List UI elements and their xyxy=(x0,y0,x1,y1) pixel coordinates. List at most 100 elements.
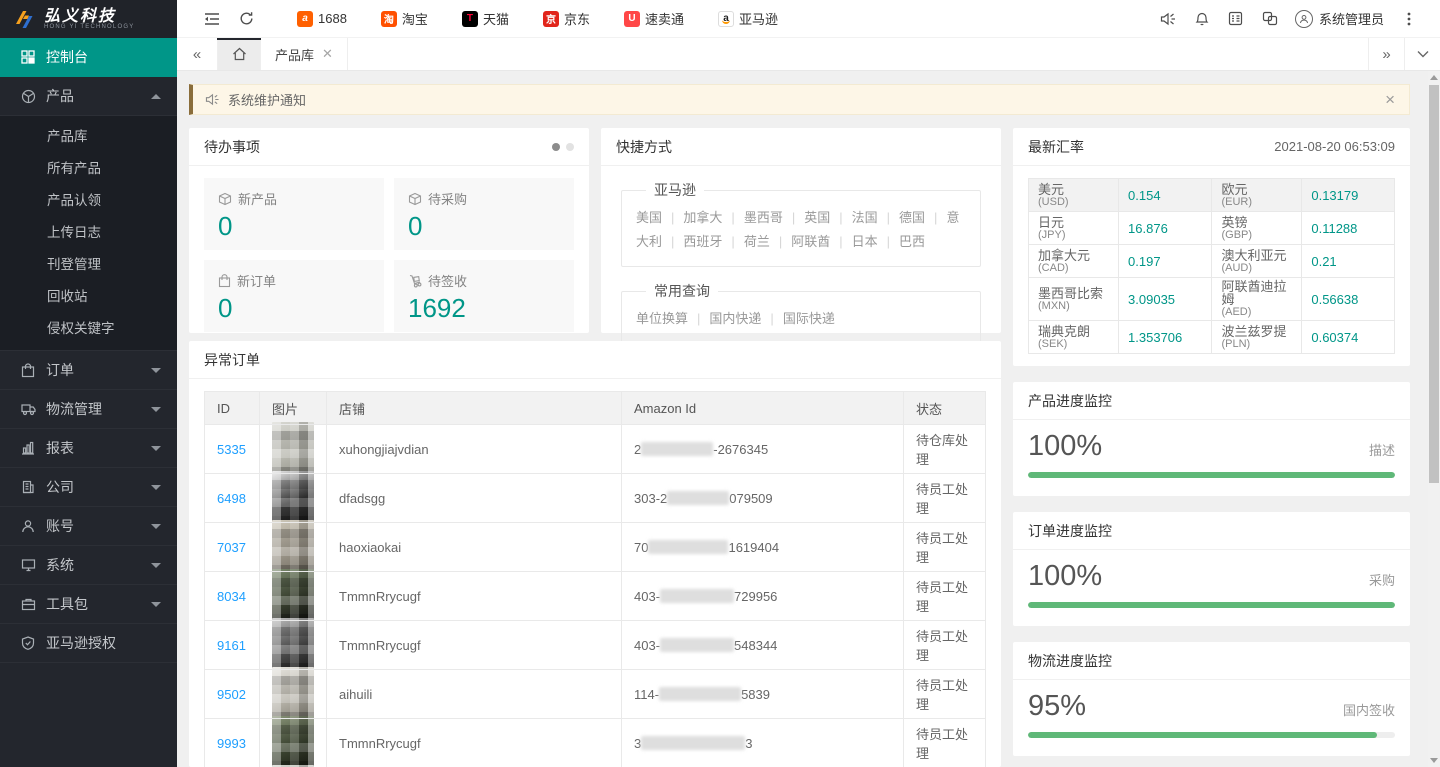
vertical-scrollbar[interactable] xyxy=(1428,71,1440,767)
navbar-link-tmall[interactable]: T 天猫 xyxy=(462,9,509,28)
column-header-shop: 店铺 xyxy=(327,392,622,425)
currency-value: 0.197 xyxy=(1128,254,1161,269)
stat-label: 新产品 xyxy=(238,189,277,208)
refresh-icon[interactable] xyxy=(229,0,263,38)
collapse-icon[interactable] xyxy=(195,0,229,38)
currency-code: (PLN) xyxy=(1221,338,1292,350)
shortcut-link-mx[interactable]: 墨西哥 xyxy=(722,210,782,225)
sidebar-item-amazon-auth[interactable]: 亚马逊授权 xyxy=(0,624,177,663)
currency-code: (AED) xyxy=(1221,306,1292,318)
navbar-link-label: 京东 xyxy=(564,9,590,28)
order-id-link[interactable]: 8034 xyxy=(217,589,246,604)
carousel-dot-active[interactable] xyxy=(552,143,560,151)
sidebar-item-accounts[interactable]: 账号 xyxy=(0,507,177,546)
sidebar-item-orders[interactable]: 订单 xyxy=(0,351,177,390)
order-icon xyxy=(20,362,36,378)
stat-new-orders[interactable]: 新订单 0 xyxy=(204,260,384,332)
more-icon[interactable] xyxy=(1392,0,1426,38)
shortcut-link-fr[interactable]: 法国 xyxy=(830,210,877,225)
tab-product-library[interactable]: 产品库 ✕ xyxy=(261,38,348,70)
order-id-link[interactable]: 7037 xyxy=(217,540,246,555)
sidebar-item-logistics[interactable]: 物流管理 xyxy=(0,390,177,429)
currency-value: 0.154 xyxy=(1128,188,1161,203)
product-image xyxy=(272,618,314,672)
shortcut-link-nl[interactable]: 荷兰 xyxy=(722,234,769,249)
tabs-scroll-left-icon[interactable]: « xyxy=(177,38,217,70)
close-icon[interactable]: × xyxy=(1385,91,1395,108)
chevron-down-icon xyxy=(151,563,161,568)
user-menu[interactable]: 系统管理员 xyxy=(1295,9,1384,28)
tabs-scroll-right-icon[interactable]: » xyxy=(1368,38,1404,70)
shortcut-link-uk[interactable]: 英国 xyxy=(783,210,830,225)
shortcut-link-intl-express[interactable]: 国际快递 xyxy=(761,311,834,326)
sidebar-item-toolbox[interactable]: 工具包 xyxy=(0,585,177,624)
exchange-icon[interactable] xyxy=(1253,0,1287,38)
speaker-icon[interactable] xyxy=(1151,0,1185,38)
shortcut-link-ca[interactable]: 加拿大 xyxy=(662,210,722,225)
shortcut-link-unit-convert[interactable]: 单位换算 xyxy=(636,311,688,326)
scrollbar-up-icon[interactable] xyxy=(1428,71,1440,84)
sidebar-item-label: 订单 xyxy=(46,360,74,380)
navbar-link-jd[interactable]: 京 京东 xyxy=(543,9,590,28)
sidebar-item-reports[interactable]: 报表 xyxy=(0,429,177,468)
sidebar-subitem-listing-mgmt[interactable]: 刊登管理 xyxy=(0,249,177,281)
order-id-link[interactable]: 9993 xyxy=(217,736,246,751)
sidebar-subitem-product-claim[interactable]: 产品认领 xyxy=(0,185,177,217)
sidebar-item-label: 工具包 xyxy=(46,594,88,614)
redacted-blur xyxy=(660,638,734,652)
sidebar-subitem-recycle-bin[interactable]: 回收站 xyxy=(0,281,177,313)
shortcut-link-es[interactable]: 西班牙 xyxy=(662,234,722,249)
apps-icon[interactable] xyxy=(1219,0,1253,38)
sidebar-item-console[interactable]: 控制台 xyxy=(0,38,177,77)
logo: 弘义科技 HONG YI TECHNOLOGY xyxy=(0,0,177,38)
sidebar-subitem-infringing-keywords[interactable]: 侵权关键字 xyxy=(0,313,177,345)
tabs-menu-icon[interactable] xyxy=(1404,38,1440,70)
stat-to-purchase[interactable]: 待采购 0 xyxy=(394,178,574,250)
tab-home[interactable] xyxy=(217,38,261,70)
sidebar-item-product[interactable]: 产品 xyxy=(0,77,177,116)
progress-bar xyxy=(1028,732,1395,738)
navbar-link-label: 速卖通 xyxy=(645,9,684,28)
carousel-dot[interactable] xyxy=(566,143,574,151)
order-id-link[interactable]: 5335 xyxy=(217,442,246,457)
shop-name: aihuili xyxy=(327,670,622,719)
shortcut-link-de[interactable]: 德国 xyxy=(878,210,925,225)
order-id-link[interactable]: 9502 xyxy=(217,687,246,702)
todo-grid: 新产品 0 xyxy=(189,166,589,344)
progress-percent: 100% xyxy=(1028,430,1102,463)
bell-icon[interactable] xyxy=(1185,0,1219,38)
navbar-link-1688[interactable]: a 1688 xyxy=(297,11,347,27)
close-icon[interactable]: ✕ xyxy=(322,46,333,62)
scrollbar-down-icon[interactable] xyxy=(1428,754,1440,767)
navbar-link-taobao[interactable]: 淘 淘宝 xyxy=(381,9,428,28)
progress-bar-fill xyxy=(1028,472,1395,478)
sidebar-item-system[interactable]: 系统 xyxy=(0,546,177,585)
progress-tag: 描述 xyxy=(1369,440,1395,459)
system-notice-banner: 系统维护通知 × xyxy=(189,84,1410,115)
scrollbar-thumb[interactable] xyxy=(1429,85,1439,483)
sidebar-item-company[interactable]: 公司 xyxy=(0,468,177,507)
shortcut-link-domestic-express[interactable]: 国内快递 xyxy=(688,311,761,326)
navbar-link-amazon[interactable]: a 亚马逊 xyxy=(718,9,778,28)
navbar-link-aliexpress[interactable]: U 速卖通 xyxy=(624,9,684,28)
box-icon xyxy=(218,192,232,206)
stat-new-products[interactable]: 新产品 0 xyxy=(204,178,384,250)
progress-percent: 95% xyxy=(1028,690,1086,723)
shortcut-link-jp[interactable]: 日本 xyxy=(830,234,877,249)
rate-row: 加拿大元(CAD) 0.197 澳大利亚元(AUD) 0.21 xyxy=(1029,245,1395,278)
sidebar-subitem-product-library[interactable]: 产品库 xyxy=(0,121,177,153)
sidebar-subitem-upload-log[interactable]: 上传日志 xyxy=(0,217,177,249)
stat-to-receive[interactable]: 待签收 1692 xyxy=(394,260,574,332)
sidebar-subitem-all-products[interactable]: 所有产品 xyxy=(0,153,177,185)
shortcut-link-br[interactable]: 巴西 xyxy=(878,234,925,249)
order-id-link[interactable]: 9161 xyxy=(217,638,246,653)
shortcut-link-ae[interactable]: 阿联酋 xyxy=(770,234,830,249)
order-id-link[interactable]: 6498 xyxy=(217,491,246,506)
shortcut-link-us[interactable]: 美国 xyxy=(636,210,662,225)
aliexpress-icon: U xyxy=(624,11,640,27)
logo-mark-icon xyxy=(12,7,38,31)
card-title: 最新汇率 xyxy=(1028,137,1084,157)
redacted-blur xyxy=(660,589,734,603)
logistics-progress-card-domestic: 物流进度监控 95% 国内签收 xyxy=(1013,642,1410,756)
top-navbar: a 1688 淘 淘宝 T 天猫 京 京东 U 速卖通 a 亚马逊 xyxy=(177,0,1440,38)
